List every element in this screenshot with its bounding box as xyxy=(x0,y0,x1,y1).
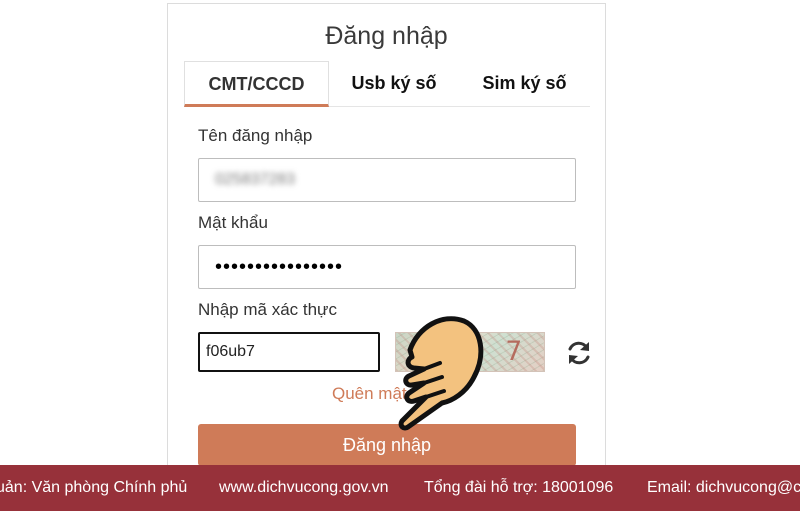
footer-bar: uản: Văn phòng Chính phủ www.dichvucong.… xyxy=(0,465,800,511)
tab-sim-ky-so[interactable]: Sim ký số xyxy=(459,61,590,107)
refresh-icon[interactable] xyxy=(565,339,593,367)
footer-owner: uản: Văn phòng Chính phủ xyxy=(0,479,188,496)
password-label: Mật khẩu xyxy=(198,213,268,232)
login-button[interactable]: Đăng nhập xyxy=(198,424,576,466)
password-field[interactable]: •••••••••••••••• xyxy=(198,245,576,289)
password-value: •••••••••••••••• xyxy=(215,256,344,278)
footer-email[interactable]: Email: dichvucong@ch xyxy=(647,479,800,497)
footer-hotline: Tổng đài hỗ trợ: 18001096 xyxy=(424,479,614,496)
tab-cmt-cccd[interactable]: CMT/CCCD xyxy=(184,61,329,107)
username-label: Tên đăng nhập xyxy=(198,126,313,145)
captcha-label: Nhập mã xác thực xyxy=(198,300,337,319)
footer-website-link[interactable]: www.dichvucong.gov.vn xyxy=(219,479,389,497)
username-field[interactable]: 025837283 xyxy=(198,158,576,202)
tab-usb-ky-so[interactable]: Usb ký số xyxy=(329,61,459,107)
page-title: Đăng nhập xyxy=(325,22,448,50)
username-value: 025837283 xyxy=(215,171,296,188)
pointing-hand-icon xyxy=(398,316,484,431)
captcha-input[interactable] xyxy=(198,332,380,372)
login-card: Đăng nhập CMT/CCCD Usb ký số Sim ký số T… xyxy=(167,3,606,483)
login-tabs: CMT/CCCD Usb ký số Sim ký số xyxy=(184,61,590,107)
